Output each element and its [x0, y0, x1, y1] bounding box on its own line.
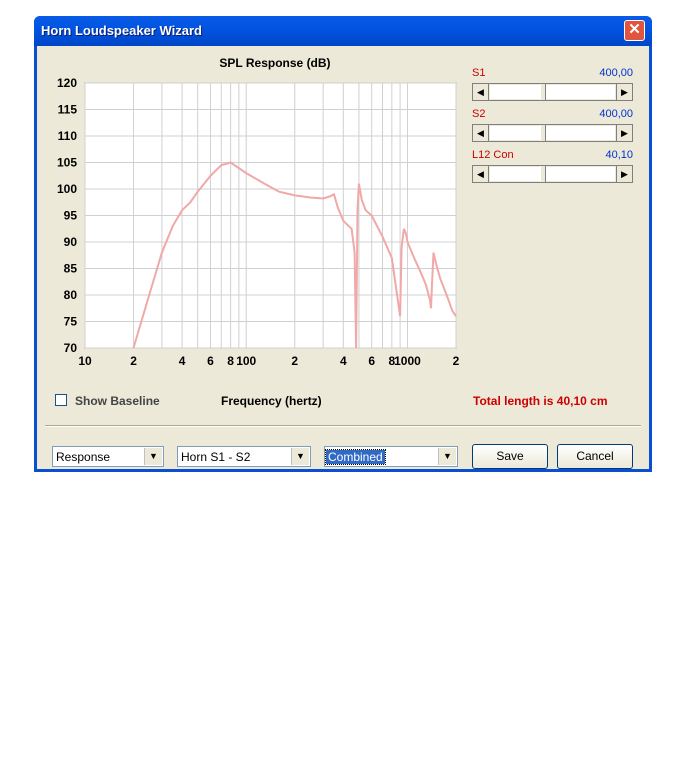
arrow-right-icon[interactable]: ▶: [616, 125, 632, 141]
y-tick-label: 75: [64, 315, 78, 329]
slider-track[interactable]: [490, 126, 615, 140]
total-length-text: Total length is 40,10 cm: [473, 394, 608, 408]
chevron-down-icon[interactable]: ▼: [144, 448, 162, 465]
y-tick-label: 85: [64, 262, 78, 276]
slider-value-l12-con: 40,10: [605, 149, 633, 161]
slider-track[interactable]: [490, 167, 615, 181]
y-tick-label: 105: [57, 156, 77, 170]
dialog-client: SPL Response (dB) 120 115 110 105 100 95 90 85 8…: [37, 46, 649, 469]
x-tick-label: 8: [227, 354, 234, 368]
close-icon: ✕: [628, 21, 641, 38]
x-tick-label: 6: [207, 354, 214, 368]
chevron-down-icon[interactable]: ▼: [291, 448, 309, 465]
x-tick-label: 4: [179, 354, 186, 368]
slider-label-s1: S1: [472, 67, 486, 79]
y-tick-label: 120: [57, 76, 77, 90]
horn-select-value: Horn S1 - S2: [181, 450, 251, 464]
show-baseline-checkbox[interactable]: [55, 394, 67, 406]
mode-select-value: Combined: [325, 449, 386, 465]
save-button[interactable]: Save: [472, 444, 548, 469]
slider-l12-con[interactable]: ◀ ▶: [472, 165, 633, 183]
y-tick-label: 80: [64, 288, 78, 302]
view-select[interactable]: Response ▼: [52, 446, 164, 467]
x-tick-label: 10: [78, 354, 92, 368]
show-baseline-label[interactable]: Show Baseline: [75, 394, 160, 408]
x-tick-label: 100: [236, 354, 256, 368]
arrow-left-icon[interactable]: ◀: [473, 84, 489, 100]
y-tick-label: 110: [58, 129, 78, 143]
y-tick-label: 100: [57, 182, 77, 196]
x-tick-label: 1000: [394, 354, 421, 368]
arrow-left-icon[interactable]: ◀: [473, 125, 489, 141]
y-tick-label: 95: [64, 209, 78, 223]
slider-label-s2: S2: [472, 108, 486, 120]
title-bar[interactable]: Horn Loudspeaker Wizard ✕: [34, 16, 652, 46]
x-tick-label: 4: [340, 354, 347, 368]
slider-thumb[interactable]: [540, 166, 546, 182]
view-select-value: Response: [56, 450, 111, 464]
x-tick-label: 2: [291, 354, 298, 368]
wizard-window: Horn Loudspeaker Wizard ✕ SPL Response (…: [34, 16, 652, 472]
cancel-button[interactable]: Cancel: [557, 444, 633, 469]
horn-select[interactable]: Horn S1 - S2 ▼: [177, 446, 311, 467]
arrow-right-icon[interactable]: ▶: [616, 84, 632, 100]
close-button[interactable]: ✕: [624, 20, 645, 41]
slider-value-s2: 400,00: [599, 108, 633, 120]
slider-track[interactable]: [490, 85, 615, 99]
chevron-down-icon[interactable]: ▼: [438, 448, 456, 465]
x-axis-label: Frequency (hertz): [221, 394, 322, 408]
x-tick-label: 2: [453, 354, 460, 368]
y-tick-label: 70: [64, 341, 78, 355]
mode-select[interactable]: Combined ▼: [324, 446, 458, 467]
x-tick-label: 6: [368, 354, 375, 368]
y-tick-label: 90: [64, 235, 78, 249]
slider-thumb[interactable]: [540, 84, 546, 100]
x-tick-label: 2: [130, 354, 137, 368]
window-title: Horn Loudspeaker Wizard: [41, 23, 202, 38]
y-tick-label: 115: [58, 103, 78, 117]
slider-s2[interactable]: ◀ ▶: [472, 124, 633, 142]
arrow-left-icon[interactable]: ◀: [473, 166, 489, 182]
slider-label-l12-con: L12 Con: [472, 149, 514, 161]
slider-value-s1: 400,00: [599, 67, 633, 79]
slider-s1[interactable]: ◀ ▶: [472, 83, 633, 101]
arrow-right-icon[interactable]: ▶: [616, 166, 632, 182]
slider-thumb[interactable]: [540, 125, 546, 141]
separator: [45, 425, 641, 427]
